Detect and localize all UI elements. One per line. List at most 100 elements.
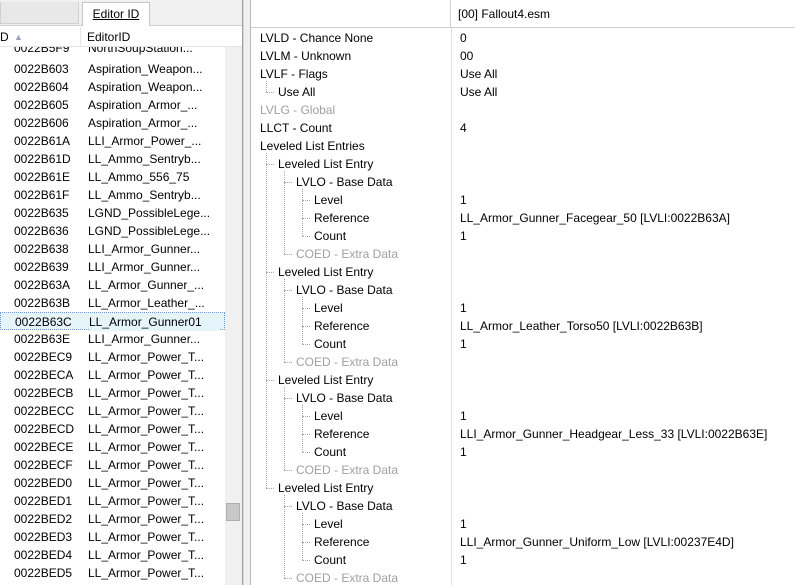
tree-row[interactable]: Count 1 [251,227,795,245]
list-item[interactable]: 0022BED0 LL_Armor_Power_T... [0,474,225,492]
pane-splitter[interactable] [243,0,251,585]
list-item[interactable]: 0022B639 LLI_Armor_Gunner... [0,258,225,276]
tree-connector [266,272,274,273]
list-item[interactable]: 0022BED3 LL_Armor_Power_T... [0,528,225,546]
list-item-selected[interactable]: 0022B63C LL_Armor_Gunner01 [0,312,225,331]
file-column-header[interactable]: [00] Fallout4.esm [458,0,550,28]
list-item[interactable]: 0022BECA LL_Armor_Power_T... [0,366,225,384]
form-id-cell: 0022BECD [14,422,75,436]
list-item[interactable]: 0022BED2 LL_Armor_Power_T... [0,510,225,528]
field-value[interactable]: 0 [460,29,467,47]
tree-row[interactable]: COED - Extra Data [251,569,795,585]
tree-row[interactable]: Level 1 [251,515,795,533]
field-label: COED - Extra Data [296,463,399,477]
tree-row[interactable]: Use All Use All [251,83,795,101]
tree-row[interactable]: LVLF - Flags Use All [251,65,795,83]
list-item[interactable]: 0022BED4 LL_Armor_Power_T... [0,546,225,564]
list-item[interactable]: 0022B61A LLI_Armor_Power_... [0,132,225,150]
list-item[interactable]: 0022BECC LL_Armor_Power_T... [0,402,225,420]
tree-row[interactable]: Reference LLI_Armor_Gunner_Uniform_Low [L… [251,533,795,551]
tree-connector [302,200,310,201]
field-label: LLCT - Count [260,121,332,135]
list-item[interactable]: 0022B605 Aspiration_Armor_... [0,96,225,114]
list-item[interactable]: 0022BECD LL_Armor_Power_T... [0,420,225,438]
field-value[interactable]: 1 [460,227,467,245]
editorid-column-header[interactable]: EditorID [87,27,130,47]
field-value[interactable]: 1 [460,299,467,317]
list-item[interactable]: 0022B635 LGND_PossibleLege... [0,204,225,222]
list-item[interactable]: 0022BECF LL_Armor_Power_T... [0,456,225,474]
tree-row[interactable]: LVLO - Base Data [251,173,795,191]
tree-row[interactable]: Level 1 [251,407,795,425]
tab-formid[interactable] [0,2,79,24]
tree-row[interactable]: Leveled List Entry [251,155,795,173]
field-value[interactable]: Use All [460,65,497,83]
tree-row[interactable]: COED - Extra Data [251,245,795,263]
tree-row[interactable]: Reference LL_Armor_Gunner_Facegear_50 [LV… [251,209,795,227]
list-item[interactable]: 0022BED1 LL_Armor_Power_T... [0,492,225,510]
tree-row[interactable]: Count 1 [251,335,795,353]
list-item-partial[interactable]: 0022B5F9 NorthSoupStation... [0,47,225,60]
tree-row[interactable]: Reference LL_Armor_Leather_Torso50 [LVLI:… [251,317,795,335]
list-item[interactable]: 0022B61E LL_Ammo_556_75 [0,168,225,186]
field-value[interactable]: 1 [460,551,467,569]
list-item[interactable]: 0022B606 Aspiration_Armor_... [0,114,225,132]
list-item[interactable]: 0022B604 Aspiration_Weapon... [0,78,225,96]
tree-row[interactable]: Level 1 [251,191,795,209]
list-item[interactable]: 0022B63E LLI_Armor_Gunner... [0,330,225,348]
tree-row[interactable]: LVLO - Base Data [251,281,795,299]
record-list: 0022B5F9 NorthSoupStation... 0022B603 Aspir… [0,47,225,585]
field-value[interactable]: 1 [460,335,467,353]
list-item[interactable]: 0022B636 LGND_PossibleLege... [0,222,225,240]
list-item[interactable]: 0022B63A LL_Armor_Gunner_... [0,276,225,294]
list-item[interactable]: 0022B61D LL_Ammo_Sentryb... [0,150,225,168]
list-item[interactable]: 0022BECB LL_Armor_Power_T... [0,384,225,402]
field-value[interactable]: 1 [460,407,467,425]
field-value[interactable]: 00 [460,47,473,65]
tree-row[interactable]: Reference LLI_Armor_Gunner_Headgear_Less_… [251,425,795,443]
tree-row[interactable]: Leveled List Entry [251,263,795,281]
list-item[interactable]: 0022B61F LL_Ammo_Sentryb... [0,186,225,204]
tree-row[interactable]: LVLG - Global [251,101,795,119]
tree-row[interactable]: COED - Extra Data [251,461,795,479]
field-value[interactable]: 1 [460,191,467,209]
tab-editor-id[interactable]: Editor ID [82,2,150,26]
list-item[interactable]: 0022BED5 LL_Armor_Power_T... [0,564,225,582]
field-value[interactable]: LL_Armor_Gunner_Facegear_50 [LVLI:0022B6… [460,209,730,227]
tree-row[interactable]: Leveled List Entries [251,137,795,155]
tree-row[interactable]: LVLM - Unknown 00 [251,47,795,65]
editor-id-cell: LGND_PossibleLege... [88,224,211,238]
tree-connector [284,495,285,578]
tree-row[interactable]: LLCT - Count 4 [251,119,795,137]
editor-id-cell: LGND_PossibleLege... [88,206,211,220]
record-list-scrollbar[interactable] [225,47,242,585]
tree-row[interactable]: COED - Extra Data [251,353,795,371]
form-id-cell: 0022BED2 [14,512,73,526]
field-label: Reference [314,427,370,441]
tree-row[interactable]: LVLO - Base Data [251,389,795,407]
scrollbar-thumb[interactable] [226,503,240,521]
field-value[interactable]: LL_Armor_Leather_Torso50 [LVLI:0022B63B] [460,317,703,335]
field-value[interactable]: 4 [460,119,467,137]
list-item[interactable]: 0022BEC9 LL_Armor_Power_T... [0,348,225,366]
tree-row[interactable]: Count 1 [251,443,795,461]
tree-row[interactable]: Level 1 [251,299,795,317]
field-value[interactable]: LLI_Armor_Gunner_Headgear_Less_33 [LVLI:… [460,425,767,443]
list-item[interactable]: 0022B603 Aspiration_Weapon... [0,60,225,78]
field-value[interactable]: LLI_Armor_Gunner_Uniform_Low [LVLI:00237… [460,533,734,551]
editor-id-cell: Aspiration_Weapon... [88,80,203,94]
tree-row[interactable]: Leveled List Entry [251,371,795,389]
field-value[interactable]: 1 [460,515,467,533]
tree-row[interactable]: Count 1 [251,551,795,569]
list-item[interactable]: 0022BECE LL_Armor_Power_T... [0,438,225,456]
tree-row[interactable]: LVLO - Base Data [251,497,795,515]
list-item[interactable]: 0022B638 LLI_Armor_Gunner... [0,240,225,258]
formid-column-header[interactable]: D ▲ [0,27,81,47]
tree-row[interactable]: LVLD - Chance None 0 [251,29,795,47]
field-value[interactable]: Use All [460,83,497,101]
field-label: LVLO - Base Data [296,283,393,297]
list-item[interactable]: 0022B63B LL_Armor_Leather_... [0,294,225,312]
field-value[interactable]: 1 [460,443,467,461]
formid-header-label: D [0,30,9,44]
tree-row[interactable]: Leveled List Entry [251,479,795,497]
